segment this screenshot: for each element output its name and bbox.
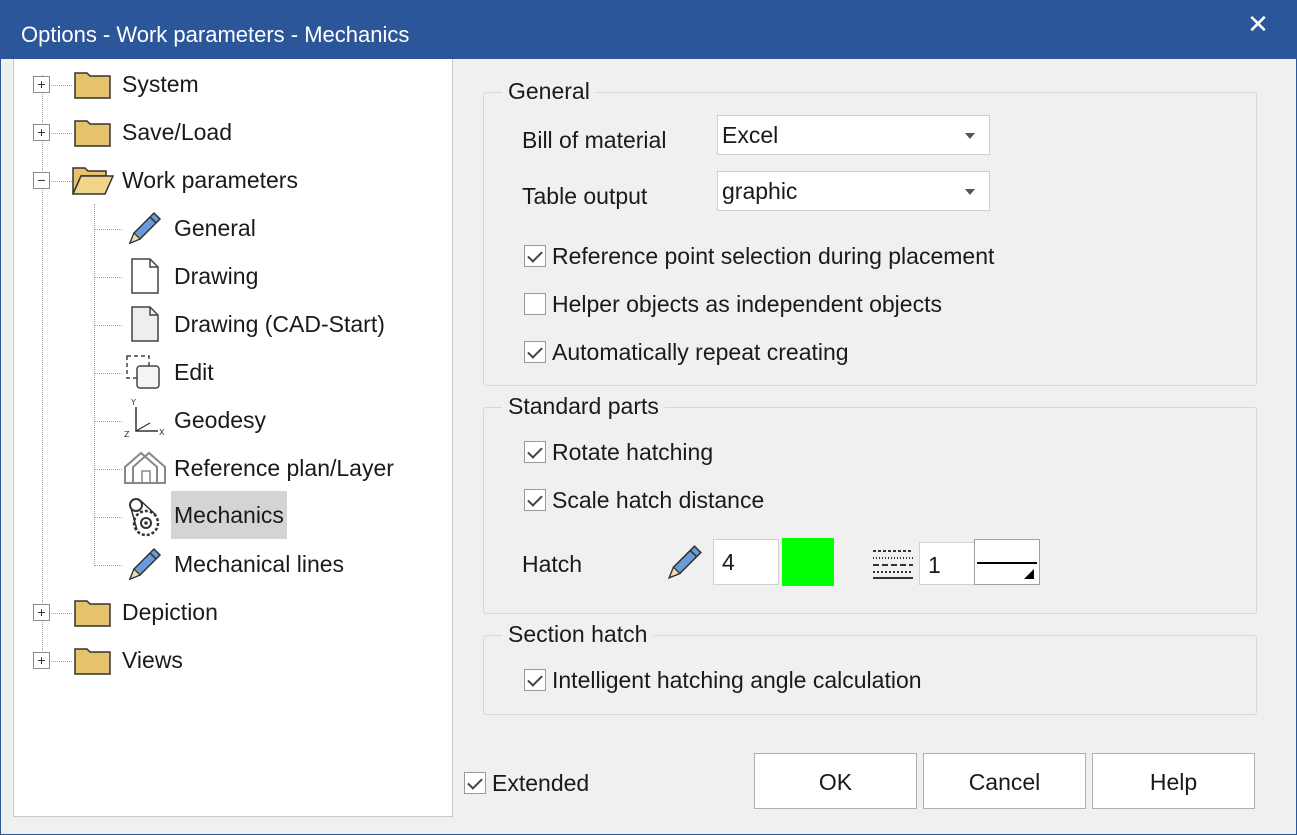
svg-text:Y: Y xyxy=(130,398,136,407)
expand-icon[interactable]: + xyxy=(33,76,50,93)
table-output-label: Table output xyxy=(522,183,648,209)
expand-icon[interactable]: + xyxy=(33,124,50,141)
tree-item-geodesy[interactable]: Y Z X Geodesy xyxy=(14,398,434,441)
line-type-icon xyxy=(873,550,913,579)
tree-item-depiction[interactable]: + Depiction xyxy=(14,593,434,633)
tree-item-label: General xyxy=(174,215,256,241)
tree-item-label: Mechanics xyxy=(171,491,287,539)
folder-closed-icon xyxy=(74,120,111,147)
expand-icon[interactable]: + xyxy=(33,652,50,669)
tree-item-system[interactable]: + System xyxy=(14,65,434,105)
folder-closed-icon xyxy=(74,72,111,99)
tree-item-drawing[interactable]: Drawing xyxy=(14,257,434,297)
tree-item-mechanics[interactable]: Mechanics xyxy=(14,491,434,539)
edit-selection-icon xyxy=(126,355,160,389)
table-output-value: graphic xyxy=(722,178,798,204)
axes-icon: Y Z X xyxy=(124,398,165,439)
tree-item-views[interactable]: + Views xyxy=(14,641,434,681)
scale-hatch-checkbox[interactable] xyxy=(524,489,546,511)
pencil-icon xyxy=(128,211,162,245)
reference-point-checkbox[interactable] xyxy=(524,245,546,267)
dropdown-corner-icon xyxy=(1024,569,1034,579)
rotate-hatching-checkbox[interactable] xyxy=(524,441,546,463)
pencil-icon xyxy=(128,547,162,581)
tree-item-save-load[interactable]: + Save/Load xyxy=(14,113,434,153)
extended-label: Extended xyxy=(492,770,590,796)
hatch-label: Hatch xyxy=(522,551,583,577)
tree-item-label: Save/Load xyxy=(122,119,232,145)
ok-button[interactable]: OK xyxy=(754,753,917,809)
cancel-button[interactable]: Cancel xyxy=(923,753,1086,809)
auto-repeat-label: Automatically repeat creating xyxy=(552,339,849,365)
folder-closed-icon xyxy=(74,600,111,627)
chevron-down-icon xyxy=(965,189,975,195)
pen-number-input[interactable]: 4 xyxy=(713,539,779,585)
svg-text:Z: Z xyxy=(124,430,130,439)
line-type-value: 1 xyxy=(928,552,941,578)
tree-item-mechanical-lines[interactable]: Mechanical lines xyxy=(14,545,434,585)
tree-item-label: Edit xyxy=(174,359,214,385)
options-dialog: Options - Work parameters - Mechanics ✕ … xyxy=(0,0,1297,835)
rotate-hatching-label: Rotate hatching xyxy=(552,439,714,465)
bom-value: Excel xyxy=(722,122,779,148)
tree-item-label: Mechanical lines xyxy=(174,551,345,577)
reference-point-label: Reference point selection during placeme… xyxy=(552,243,995,269)
expand-icon[interactable]: + xyxy=(33,604,50,621)
hatch-color-swatch[interactable] xyxy=(782,538,834,586)
group-title: Section hatch xyxy=(502,621,654,647)
title-bar[interactable]: Options - Work parameters - Mechanics ✕ xyxy=(1,1,1296,59)
tree-item-work-parameters[interactable]: − Work parameters xyxy=(14,161,434,201)
extended-checkbox[interactable] xyxy=(464,772,486,794)
line-type-input[interactable]: 1 xyxy=(919,542,975,585)
tree-item-label: Depiction xyxy=(122,599,218,625)
intelligent-hatching-label: Intelligent hatching angle calculation xyxy=(552,667,922,693)
tree-item-reference-plan-layer[interactable]: Reference plan/Layer xyxy=(14,449,434,489)
bom-label: Bill of material xyxy=(522,127,667,153)
tree-item-label: Geodesy xyxy=(174,407,267,433)
tree-item-edit[interactable]: Edit xyxy=(14,353,434,393)
helper-objects-label: Helper objects as independent objects xyxy=(552,291,942,317)
intelligent-hatching-checkbox[interactable] xyxy=(524,669,546,691)
collapse-icon[interactable]: − xyxy=(33,172,50,189)
folder-closed-icon xyxy=(74,648,111,675)
group-title: Standard parts xyxy=(502,393,665,419)
tree-item-label: System xyxy=(122,71,199,97)
close-icon[interactable]: ✕ xyxy=(1238,9,1278,39)
document-icon xyxy=(131,258,159,294)
tree-item-label: Views xyxy=(122,647,183,673)
gear-chain-icon xyxy=(129,498,160,537)
window-title: Options - Work parameters - Mechanics xyxy=(21,22,410,47)
bom-select[interactable]: Excel xyxy=(717,115,990,155)
chevron-down-icon xyxy=(965,133,975,139)
tree-item-label: Reference plan/Layer xyxy=(174,455,394,481)
document-icon xyxy=(131,306,159,342)
tree-item-drawing-cad-start[interactable]: Drawing (CAD-Start) xyxy=(14,305,434,345)
line-style-picker[interactable] xyxy=(974,539,1040,585)
group-title: General xyxy=(502,78,596,104)
pencil-icon[interactable] xyxy=(663,541,705,585)
tree-item-general[interactable]: General xyxy=(14,209,434,249)
folder-open-icon xyxy=(72,167,114,195)
help-button[interactable]: Help xyxy=(1092,753,1255,809)
table-output-select[interactable]: graphic xyxy=(717,171,990,211)
tree-item-label: Drawing xyxy=(174,263,259,289)
scale-hatch-label: Scale hatch distance xyxy=(552,487,765,513)
tree-item-label: Work parameters xyxy=(122,167,298,193)
helper-objects-checkbox[interactable] xyxy=(524,293,546,315)
options-tree[interactable]: + System + Save/Load − Work parameters G… xyxy=(13,59,453,817)
svg-text:X: X xyxy=(159,428,165,437)
house-layers-icon xyxy=(124,451,166,484)
auto-repeat-checkbox[interactable] xyxy=(524,341,546,363)
tree-item-label: Drawing (CAD-Start) xyxy=(174,311,385,337)
pen-number-value: 4 xyxy=(722,549,735,575)
